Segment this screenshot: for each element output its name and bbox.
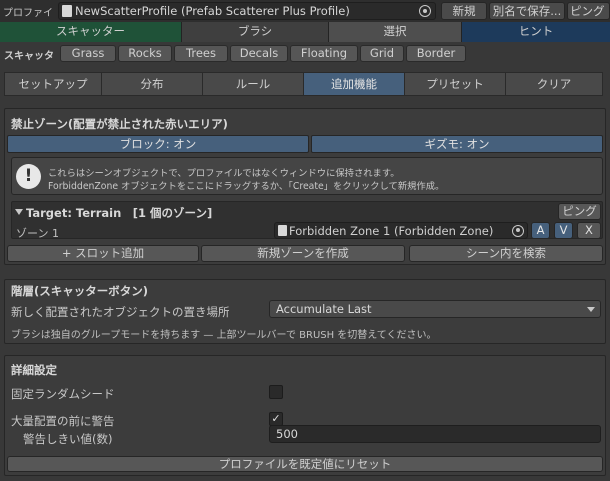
tab-scatter[interactable]: スキャッター [0, 22, 182, 42]
add-slot-button[interactable]: + スロット追加 [7, 245, 199, 262]
zone-a-button[interactable]: A [531, 222, 550, 239]
forbidden-zones-panel: 禁止ゾーン(配置が禁止された赤いエリア) ブロック: オン ギズモ: オン ! … [4, 108, 606, 265]
placement-dropdown[interactable]: Accumulate Last [269, 300, 601, 318]
threshold-input[interactable]: 500 [269, 425, 601, 443]
ping-profile-button[interactable]: ピング [567, 2, 610, 20]
subtab-rules[interactable]: ルール [202, 72, 304, 96]
profile-name: NewScatterProfile (Prefab Scatterer Plus… [75, 4, 350, 18]
fixed-seed-label: 固定ランダムシード [11, 387, 115, 401]
main-tabs: スキャッター ブラシ 選択 ヒント [0, 22, 610, 42]
tab-hint[interactable]: ヒント [462, 22, 610, 42]
profile-label: プロファイ [3, 8, 53, 19]
zone-remove-button[interactable]: X [577, 222, 601, 239]
category-grass-button[interactable]: Grass [60, 45, 116, 62]
zone-target-header[interactable]: Target: Terrain [1 個のゾーン] [26, 205, 212, 221]
help-text-line-2: ForbiddenZone オブジェクトをここにドラッグするか、「Create」… [48, 181, 445, 192]
save-as-button[interactable]: 別名で保存... [489, 2, 565, 20]
hierarchy-title: 階層(スキャッターボタン) [11, 284, 149, 298]
profile-bar: プロファイ NewScatterProfile (Prefab Scattere… [0, 0, 610, 22]
sub-tabs: セットアップ 分布 ルール 追加機能 プリセット クリア [4, 72, 604, 96]
file-icon [62, 5, 72, 17]
warn-checkbox[interactable]: ✓ [269, 412, 283, 426]
subtab-presets[interactable]: プリセット [404, 72, 506, 96]
hierarchy-hint: ブラシは独自のグループモードを持ちます — 上部ツールバーで BRUSH を切替… [11, 330, 437, 341]
category-rocks-button[interactable]: Rocks [118, 45, 172, 62]
placement-label: 新しく配置されたオブジェクトの置き場所 [11, 305, 230, 319]
category-bar: スキャッタ Grass Rocks Trees Decals Floating … [0, 42, 610, 64]
subtab-distribution[interactable]: 分布 [101, 72, 203, 96]
profile-object-field[interactable]: NewScatterProfile (Prefab Scatterer Plus… [58, 2, 436, 20]
zone-slot-label: ゾーン 1 [16, 227, 59, 240]
advanced-panel: 詳細設定 固定ランダムシード 大量配置の前に警告 ✓ 警告しきい値(数) 500… [4, 355, 606, 476]
category-decals-button[interactable]: Decals [230, 45, 288, 62]
zone-object-field[interactable]: Forbidden Zone 1 (Forbidden Zone) [274, 222, 528, 239]
threshold-label: 警告しきい値(数) [23, 432, 113, 446]
help-text-line-1: これらはシーンオブジェクトで、プロファイルではなくウィンドウに保持されます。 [48, 168, 400, 179]
zone-object-name: Forbidden Zone 1 (Forbidden Zone) [289, 224, 494, 238]
subtab-setup[interactable]: セットアップ [4, 72, 102, 96]
forbidden-zones-title: 禁止ゾーン(配置が禁止された赤いエリア) [11, 117, 228, 131]
object-picker-icon[interactable] [419, 5, 431, 17]
advanced-title: 詳細設定 [11, 363, 57, 377]
category-floating-button[interactable]: Floating [290, 45, 358, 62]
ping-zone-button[interactable]: ピング [558, 203, 601, 220]
hierarchy-panel: 階層(スキャッターボタン) 新しく配置されたオブジェクトの置き場所 Accumu… [4, 279, 606, 344]
subtab-extras[interactable]: 追加機能 [303, 72, 405, 96]
threshold-value: 500 [276, 427, 298, 441]
tab-brush[interactable]: ブラシ [182, 22, 329, 42]
block-toggle-button[interactable]: ブロック: オン [7, 135, 309, 153]
new-profile-button[interactable]: 新規 [441, 2, 487, 20]
subtab-clear[interactable]: クリア [505, 72, 603, 96]
category-trees-button[interactable]: Trees [174, 45, 228, 62]
placement-value: Accumulate Last [276, 302, 372, 316]
foldout-arrow-icon[interactable] [15, 209, 23, 215]
object-picker-icon[interactable] [512, 224, 524, 237]
search-scene-button[interactable]: シーン内を検索 [409, 245, 603, 262]
zone-v-button[interactable]: V [554, 222, 573, 239]
category-border-button[interactable]: Border [406, 45, 466, 62]
info-icon: ! [16, 164, 41, 189]
create-zone-button[interactable]: 新規ゾーンを作成 [201, 245, 405, 262]
gizmo-toggle-button[interactable]: ギズモ: オン [311, 135, 603, 153]
reset-profile-button[interactable]: プロファイルを既定値にリセット [7, 456, 603, 472]
file-icon [278, 225, 287, 236]
category-label: スキャッタ [4, 51, 54, 62]
category-grid-button[interactable]: Grid [360, 45, 404, 62]
tab-selection[interactable]: 選択 [329, 22, 462, 42]
warn-label: 大量配置の前に警告 [11, 414, 115, 428]
chevron-down-icon [587, 307, 595, 312]
help-box: ! これらはシーンオブジェクトで、プロファイルではなくウィンドウに保持されます。… [11, 157, 603, 195]
fixed-seed-checkbox[interactable] [269, 385, 283, 399]
zone-target-box: Target: Terrain [1 個のゾーン] ピング ゾーン 1 Forb… [11, 201, 603, 240]
